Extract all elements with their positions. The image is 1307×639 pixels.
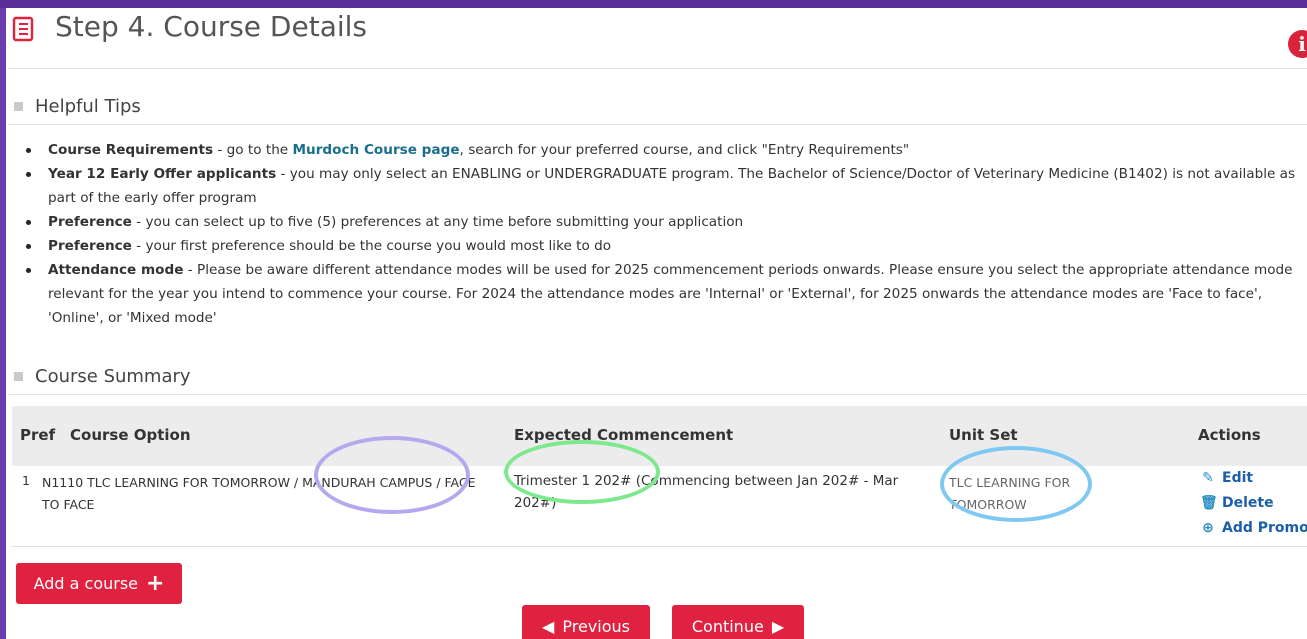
helpful-tips-heading: Helpful Tips [8,96,1307,125]
cell-course-option: N1110 TLC LEARNING FOR TOMORROW / MANDUR… [42,475,476,512]
tip-bold: Year 12 Early Offer applicants [48,166,277,182]
tip-item: Attendance mode - Please be aware differ… [26,258,1298,330]
book-icon [12,16,34,42]
tip-bold: Preference [48,238,132,254]
continue-label: Continue [691,616,764,636]
delete-action[interactable]: 🗑 Delete [1200,491,1307,516]
cell-unit-set: TLC LEARNING FOR TOMORROW [949,475,1071,512]
tip-text: - your first preference should be the co… [131,238,612,254]
delete-label: Delete [1222,495,1274,511]
edit-label: Edit [1222,470,1254,486]
edit-action[interactable]: ✎ Edit [1200,466,1307,491]
add-promo-label: Add Promo [1222,520,1307,536]
tip-text: - Please be aware different attendance m… [48,262,1293,326]
tip-item: Course Requirements - go to the Murdoch … [26,138,1298,162]
col-actions: Actions [1198,426,1261,444]
col-course-option: Course Option [70,426,191,444]
plus-circle-icon: ⊕ [1202,520,1214,536]
arrow-left-icon: ◀ [542,616,555,636]
tip-bold: Course Requirements [48,142,214,158]
cell-expected-commencement: Trimester 1 202# (Commencing between Jan… [514,473,899,511]
helpful-tips-label: Helpful Tips [35,96,141,117]
divider [8,394,1307,395]
cell-pref: 1 [22,473,30,488]
col-unit-set: Unit Set [949,426,1018,444]
previous-label: Previous [562,616,630,636]
previous-button[interactable]: ◀ Previous [522,605,650,639]
edit-icon: ✎ [1202,470,1214,486]
trash-icon: 🗑 [1200,495,1218,511]
info-icon[interactable]: i [1288,30,1307,58]
course-summary-label: Course Summary [35,366,191,387]
tip-item: Preference - you can select up to five (… [26,210,1298,234]
page-header: Step 4. Course Details i [8,8,1307,69]
course-details-page: Step 4. Course Details i Helpful Tips Co… [8,8,1307,639]
table-header-row: Pref Course Option Expected Commencement… [12,406,1307,466]
cell-actions: ✎ Edit 🗑 Delete ⊕ Add Promo [1200,466,1307,541]
plus-icon: + [146,571,165,596]
tip-bold: Attendance mode [48,262,184,278]
section-square-icon [14,102,23,111]
course-summary-heading: Course Summary [8,366,1307,395]
add-promo-action[interactable]: ⊕ Add Promo [1200,516,1307,541]
table-row: 1 N1110 TLC LEARNING FOR TOMORROW / MAND… [12,466,1307,547]
col-pref: Pref [20,426,56,444]
col-expected-commencement: Expected Commencement [514,426,734,444]
murdoch-course-page-link[interactable]: Murdoch Course page [293,142,460,158]
screenshot-frame: Step 4. Course Details i Helpful Tips Co… [0,0,1307,639]
continue-button[interactable]: Continue ▶ [672,605,804,639]
tip-text: - you can select up to five (5) preferen… [131,214,744,230]
frame-top-edge [0,0,1307,8]
add-course-button[interactable]: Add a course + [16,563,182,604]
page-title: Step 4. Course Details [55,10,367,43]
tip-item: Year 12 Early Offer applicants - you may… [26,162,1298,210]
course-summary-table: Pref Course Option Expected Commencement… [12,406,1307,547]
helpful-tips-list: Course Requirements - go to the Murdoch … [8,138,1298,330]
tip-bold: Preference [48,214,132,230]
arrow-right-icon: ▶ [771,616,785,636]
divider [8,124,1307,125]
tip-item: Preference - your first preference shoul… [26,234,1298,258]
section-square-icon [14,372,23,381]
tip-text: , search for your preferred course, and … [459,142,910,158]
tip-text: - go to the [213,142,293,158]
add-course-label: Add a course [33,574,138,593]
